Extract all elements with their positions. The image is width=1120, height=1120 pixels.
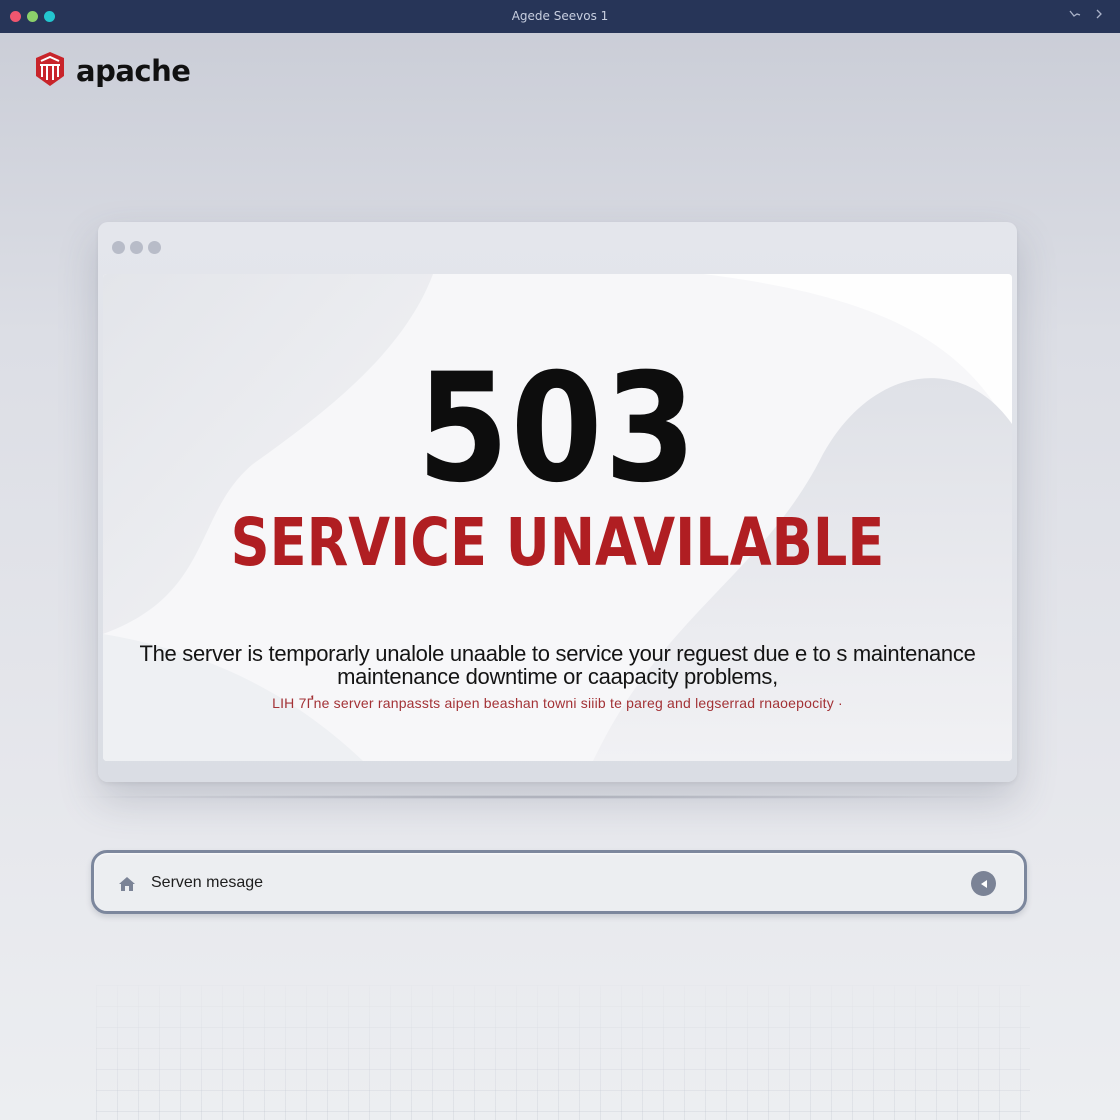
apache-feather-icon — [32, 48, 68, 93]
error-message-line-2: maintenance downtime or caapacity proble… — [337, 664, 778, 689]
inner-close-button[interactable] — [112, 241, 125, 254]
server-message-text[interactable]: Serven mesage — [151, 874, 263, 892]
titlebar-controls — [1068, 8, 1104, 23]
error-code: 503 — [417, 342, 698, 516]
logo-wordmark: apache — [76, 53, 191, 88]
inner-window-controls — [112, 241, 161, 254]
back-arrow-icon[interactable] — [971, 871, 996, 896]
background-grid — [96, 985, 1030, 1120]
window-shadow — [55, 795, 1030, 799]
window-title: Agede Seevos 1 — [511, 9, 609, 23]
inner-minimize-button[interactable] — [130, 241, 143, 254]
error-headline: SERVICE UNAVILABLE — [230, 504, 885, 581]
inner-maximize-button[interactable] — [148, 241, 161, 254]
error-submessage: LIH 7Ґ́ne server ranpassts aipen beashan… — [272, 695, 843, 711]
window-titlebar: Agede Seevos 1 — [0, 0, 1120, 33]
error-panel: 503 SERVICE UNAVILABLE The server is tem… — [103, 274, 1012, 761]
error-message-line-1: The server is temporarly unalole unaable… — [139, 641, 976, 666]
error-window: 503 SERVICE UNAVILABLE The server is tem… — [98, 222, 1017, 782]
apache-logo[interactable]: apache — [32, 48, 191, 93]
server-message-bar[interactable]: Serven mesage — [91, 850, 1027, 914]
error-message: The server is temporarly unalole unaable… — [103, 642, 1012, 688]
minimize-icon[interactable] — [1068, 8, 1082, 23]
chevron-right-icon[interactable] — [1094, 8, 1104, 23]
home-icon[interactable] — [118, 876, 136, 897]
